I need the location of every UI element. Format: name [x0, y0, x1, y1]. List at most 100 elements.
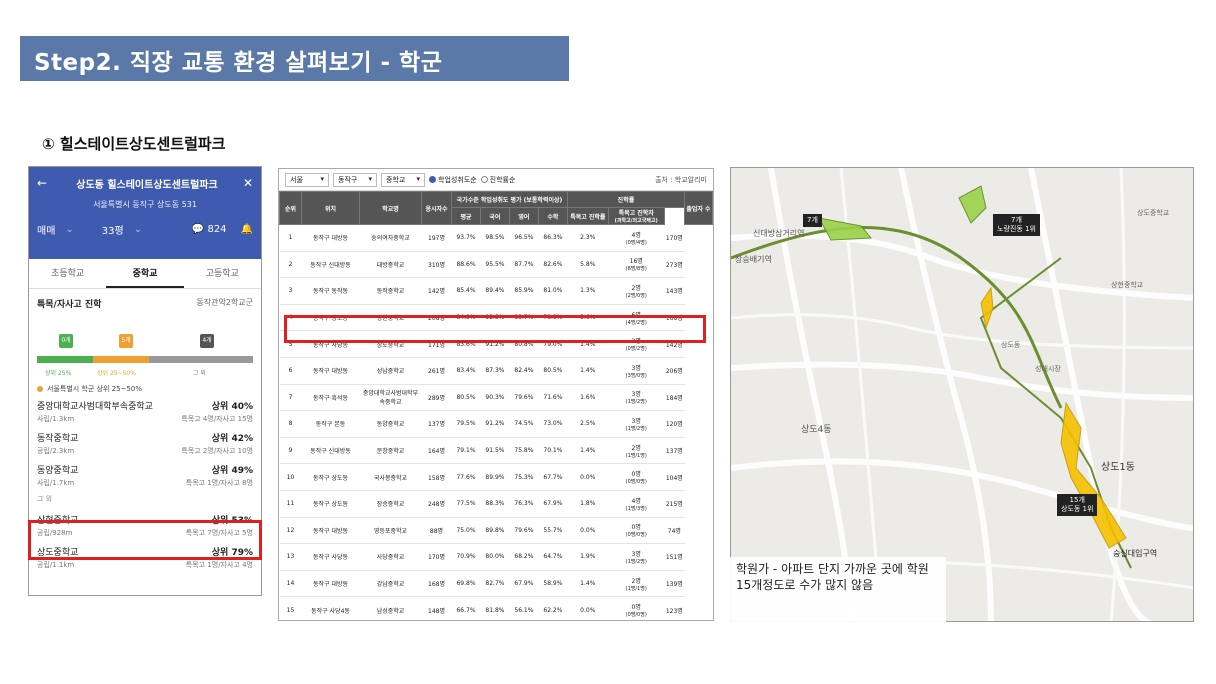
avg-cell: 66.7%: [451, 596, 481, 620]
radio-on-icon: [429, 176, 436, 183]
rank-cell: 2: [279, 251, 302, 279]
special-rate-cell: 1.4%: [567, 570, 609, 598]
students-cell: 197명: [421, 224, 452, 252]
table-row: 9 동작구 신대방동 문창중학교 164명 79.1% 91.5% 75.8% 70.1% 1.…: [279, 437, 713, 465]
grad-cell: 170명: [664, 224, 685, 252]
eng-cell: 74.5%: [509, 410, 539, 438]
avg-cell: 85.4%: [451, 277, 481, 305]
school-cell: 중앙대학교사범대학부속중학교: [359, 384, 422, 412]
bell-icon[interactable]: 🔔: [241, 224, 253, 235]
tab-elementary[interactable]: 초등학교: [29, 259, 106, 288]
flag-top25-50: 5개: [119, 334, 133, 348]
avg-cell: 70.9%: [451, 543, 481, 571]
special-breakdown: (0명/0명): [625, 612, 647, 619]
grad-cell: 206명: [664, 357, 685, 385]
location-cell: 동작구 사당동: [301, 543, 360, 571]
table-row: 3 동작구 동작동 동작중학교 142명 85.4% 89.4% 85.9% 81.0% 1.3…: [279, 277, 713, 305]
bar-label-3: 그 외: [193, 370, 206, 377]
special-rate-cell: 1.4%: [567, 437, 609, 465]
school-item[interactable]: 중앙대학교사범대학부속중학교 상위 40% 사립/1.3km 특목고 4명/자사고 …: [29, 394, 261, 426]
rank-cell: 15: [279, 596, 302, 620]
school-item[interactable]: 동양중학교 상위 49% 사립/1.7km 특목고 1명/자사고 8명: [29, 458, 261, 490]
sort-admission-radio[interactable]: 진학률순: [480, 175, 515, 185]
school-cell: 사당중학교: [359, 543, 422, 571]
school-cell: 성남중학교: [359, 357, 422, 385]
kor-cell: 90.3%: [480, 384, 510, 412]
comment-button[interactable]: 💬 824: [192, 224, 227, 235]
close-icon[interactable]: ✕: [239, 176, 253, 190]
location-cell: 동작구 신대방동: [301, 437, 360, 465]
chevron-down-icon: ⌄: [133, 224, 143, 235]
academy-rank: 노량진동 1위: [997, 225, 1036, 233]
location-cell: 동작구 상도동: [301, 490, 360, 518]
students-cell: 148명: [421, 596, 452, 620]
city-select[interactable]: 서울 ▾: [285, 172, 329, 187]
table-row: 12 동작구 대방동 영등포중학교 88명 75.0% 89.8% 79.6% 55.7% 0.…: [279, 517, 713, 545]
location-cell: 동작구 흑석동: [301, 384, 360, 412]
sort-achievement-radio[interactable]: 학업성취도순: [429, 175, 477, 185]
school-cell: 숭의여자중학교: [359, 224, 422, 252]
district-label: 동작관악2학교군: [196, 298, 253, 307]
school-level-tabs: 초등학교 중학교 고등학교: [29, 259, 261, 289]
location-cell: 동작구 상도동: [301, 463, 360, 491]
special-breakdown: (0명/0명): [625, 532, 647, 539]
academy-count: 7개: [807, 216, 818, 224]
students-cell: 289명: [421, 384, 452, 412]
size-select[interactable]: 33평: [102, 222, 124, 237]
tab-high[interactable]: 고등학교: [184, 259, 261, 288]
district-select[interactable]: 동작구 ▾: [333, 172, 377, 187]
eng-cell: 79.6%: [509, 384, 539, 412]
special-count: 3명: [631, 417, 641, 425]
grad-cell: 123명: [664, 596, 685, 620]
poi-label: 상현중학교: [1111, 281, 1144, 289]
avg-cell: 79.5%: [451, 410, 481, 438]
math-cell: 62.2%: [538, 596, 568, 620]
ranking-table: 순위 위치 학교명 응시자수 국가수준 학업성취도 평가 (보통학력이상) 진학…: [279, 191, 713, 620]
special-count-cell: 2명 (2명/0명): [608, 277, 665, 305]
col-kor: 국어: [479, 207, 510, 225]
deal-type-select[interactable]: 매매: [37, 222, 55, 237]
special-count: 16명: [629, 258, 643, 266]
special-count: 4명: [631, 231, 641, 239]
kor-cell: 80.0%: [480, 543, 510, 571]
rank-cell: 3: [279, 277, 302, 305]
section-title: 특목/자사고 진학: [37, 300, 102, 310]
eng-cell: 76.3%: [509, 490, 539, 518]
special-count-cell: 16명 (8명/8명): [608, 251, 665, 279]
radio-label: 학업성취도순: [438, 175, 477, 184]
table-row: 6 동작구 대방동 성남중학교 261명 83.4% 87.3% 82.4% 80.5% 1.4…: [279, 357, 713, 385]
back-arrow-icon[interactable]: ←: [37, 176, 55, 190]
students-cell: 88명: [421, 517, 452, 545]
avg-cell: 77.6%: [451, 463, 481, 491]
grad-cell: 215명: [664, 490, 685, 518]
special-breakdown: (1명/3명): [625, 505, 647, 512]
rank-cell: 7: [279, 384, 302, 412]
step-title: Step2. 직장 교통 환경 살펴보기 - 학군: [34, 50, 443, 76]
school-detail: 특목고 4명/자사고 15명: [181, 415, 253, 423]
col-special-rate: 특목고 진학률: [566, 207, 609, 225]
students-cell: 168명: [421, 570, 452, 598]
school-detail: 특목고 1명/자사고 4명: [185, 561, 253, 569]
tab-middle[interactable]: 중학교: [106, 259, 184, 288]
special-rate-cell: 0.0%: [567, 517, 609, 545]
col-avg: 평균: [451, 207, 481, 225]
math-cell: 58.9%: [538, 570, 568, 598]
location-cell: 동작구 대방동: [301, 570, 360, 598]
special-breakdown: (2명/0명): [625, 292, 647, 299]
school-detail: 특목고 2명/자사고 10명: [181, 447, 253, 455]
school-meta: 공립/2.3km: [37, 447, 75, 455]
poi-label: 상도동: [1001, 341, 1021, 349]
special-count-cell: 2명 (1명/1명): [608, 437, 665, 465]
comment-icon: 💬: [191, 224, 205, 235]
table-row: 1 동작구 대방동 숭의여자중학교 197명 93.7% 98.5% 96.5% 86.3% 2…: [279, 224, 713, 252]
special-rate-cell: 1.8%: [567, 490, 609, 518]
special-rate-cell: 1.4%: [567, 357, 609, 385]
rank-cell: 9: [279, 437, 302, 465]
math-cell: 55.7%: [538, 517, 568, 545]
col-students: 응시자수: [421, 191, 452, 225]
academy-map[interactable]: 7개 7개 노량진동 1위 15개 상도동 1위 상도1동 상도4동 신대방삼거리역…: [730, 167, 1194, 622]
school-item[interactable]: 동작중학교 상위 42% 공립/2.3km 특목고 2명/자사고 10명: [29, 426, 261, 458]
level-select[interactable]: 중학교 ▾: [381, 172, 425, 187]
highlight-box: [28, 520, 262, 560]
rank-cell: 6: [279, 357, 302, 385]
